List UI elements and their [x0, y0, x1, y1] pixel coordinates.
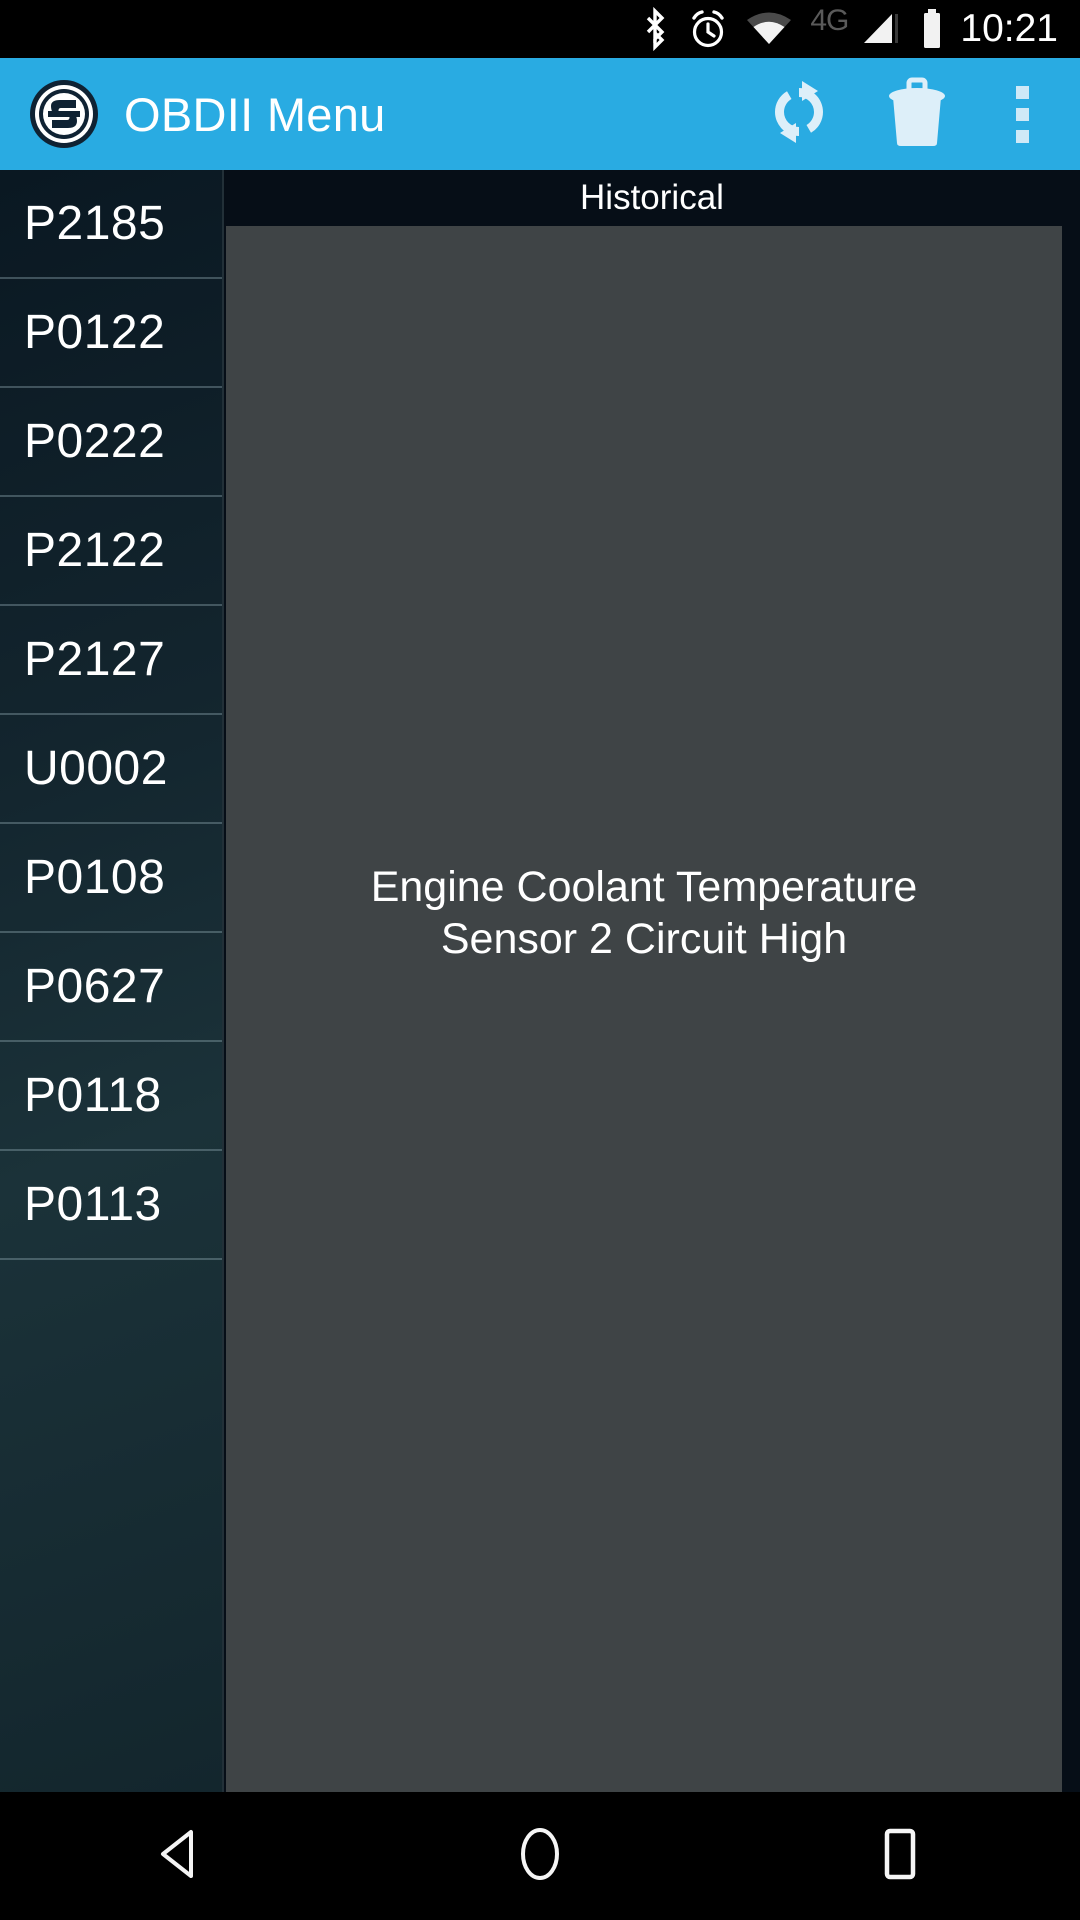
dtc-code: P0627 — [24, 960, 166, 1013]
status-bar: 4G 10:21 — [0, 0, 1080, 58]
bluetooth-icon — [640, 7, 670, 51]
list-item[interactable]: P2185 — [0, 170, 222, 279]
list-item[interactable]: P2122 — [0, 497, 222, 606]
trash-can-icon — [885, 75, 949, 154]
overflow-menu-icon — [1015, 85, 1029, 143]
main-content: P2185 P0122 P0222 P2122 P2127 U0002 P010… — [0, 170, 1080, 1792]
recents-square-icon — [875, 1825, 925, 1888]
detail-header: Historical — [224, 170, 1080, 226]
signal-icon — [862, 9, 902, 49]
list-item[interactable]: P0118 — [0, 1042, 222, 1151]
overflow-dot-2 — [1015, 107, 1029, 121]
dtc-code: P0113 — [24, 1178, 162, 1231]
list-item[interactable]: P0113 — [0, 1151, 222, 1260]
dtc-code: P0118 — [24, 1069, 162, 1122]
nav-home-button[interactable] — [450, 1792, 630, 1920]
list-item[interactable]: U0002 — [0, 715, 222, 824]
detail-card: Engine Coolant Temperature Sensor 2 Circ… — [226, 226, 1062, 1792]
android-navigation-bar — [0, 1792, 1080, 1920]
detail-header-title: Historical — [580, 178, 724, 217]
nav-back-button[interactable] — [90, 1792, 270, 1920]
list-item[interactable]: P0108 — [0, 824, 222, 933]
status-bar-icons: 4G — [640, 4, 944, 51]
refresh-sync-icon — [762, 75, 836, 154]
app-bar-actions — [740, 58, 1068, 170]
delete-button[interactable] — [858, 58, 976, 170]
status-bar-clock: 10:21 — [960, 7, 1058, 50]
list-item[interactable]: P0222 — [0, 388, 222, 497]
overflow-dot-3 — [1015, 129, 1029, 143]
overflow-dot-1 — [1015, 85, 1029, 99]
wifi-icon — [746, 9, 792, 49]
network-type-label: 4G — [810, 4, 849, 37]
app-logo-s-badge-icon — [28, 78, 100, 150]
list-item[interactable]: P2127 — [0, 606, 222, 715]
dtc-list-empty-space — [0, 1260, 222, 1792]
back-triangle-icon — [155, 1826, 205, 1887]
dtc-code: P2185 — [24, 197, 166, 250]
list-item[interactable]: P0122 — [0, 279, 222, 388]
home-circle-icon — [513, 1825, 567, 1888]
list-item[interactable]: P0627 — [0, 933, 222, 1042]
detail-panel: Historical Engine Coolant Temperature Se… — [224, 170, 1080, 1792]
dtc-code: P2127 — [24, 633, 166, 686]
dtc-code: U0002 — [24, 742, 168, 795]
refresh-button[interactable] — [740, 58, 858, 170]
dtc-code: P0222 — [24, 415, 166, 468]
phone-screen: 4G 10:21 OBDII Menu P2185 P0122 P0222 P2… — [0, 0, 1080, 1920]
dtc-code-list[interactable]: P2185 P0122 P0222 P2122 P2127 U0002 P010… — [0, 170, 224, 1792]
overflow-menu-button[interactable] — [976, 58, 1068, 170]
nav-recents-button[interactable] — [810, 1792, 990, 1920]
dtc-code: P0108 — [24, 851, 166, 904]
dtc-code: P2122 — [24, 524, 166, 577]
dtc-code: P0122 — [24, 306, 166, 359]
alarm-icon — [688, 7, 728, 51]
battery-icon — [920, 8, 944, 50]
dtc-description: Engine Coolant Temperature Sensor 2 Circ… — [370, 862, 918, 963]
page-title: OBDII Menu — [124, 87, 386, 141]
app-bar: OBDII Menu — [0, 58, 1080, 170]
